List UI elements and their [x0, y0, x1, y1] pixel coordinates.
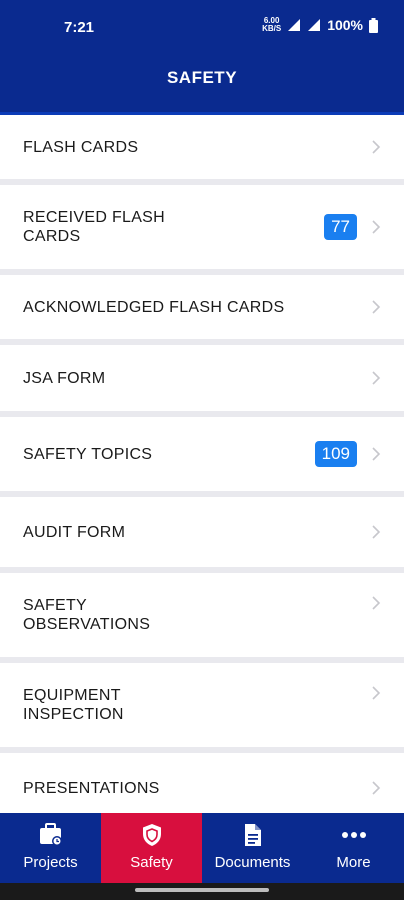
page-title: SAFETY — [166, 68, 238, 87]
menu-item-acknowledged-flash-cards[interactable]: ACKNOWLEDGED FLASH CARDS — [0, 275, 404, 339]
document-icon — [244, 824, 261, 846]
status-time: 7:21 — [64, 19, 95, 36]
home-gesture-handle[interactable] — [135, 888, 269, 892]
status-bar: 7:21 6.00 KB/S 100% — [0, 0, 404, 44]
menu-item-equipment-inspection[interactable]: EQUIPMENT INSPECTION — [0, 663, 404, 747]
briefcase-icon — [39, 823, 62, 846]
bottom-navigation: Projects Safety Documents More — [0, 813, 404, 883]
gesture-area — [0, 883, 404, 900]
chevron-right-icon — [372, 686, 381, 700]
battery-icon — [369, 17, 378, 33]
nav-more[interactable]: More — [303, 813, 404, 883]
menu-item-label: FLASH CARDS — [23, 138, 139, 156]
menu-item-label: JSA FORM — [23, 369, 106, 387]
menu-item-audit-form[interactable]: AUDIT FORM — [0, 497, 404, 567]
menu-item-flash-cards[interactable]: FLASH CARDS — [0, 115, 404, 179]
app-header: SAFETY — [0, 44, 404, 115]
more-dots-icon — [341, 832, 366, 838]
nav-label: Safety — [130, 854, 173, 871]
nav-documents[interactable]: Documents — [202, 813, 303, 883]
shield-icon — [142, 824, 161, 846]
menu-item-presentations[interactable]: PRESENTATIONS — [0, 753, 404, 813]
menu-item-label: RECEIVED FLASH CARDS — [23, 209, 166, 245]
menu-item-label: ACKNOWLEDGED FLASH CARDS — [23, 298, 285, 316]
count-badge: 109 — [314, 441, 357, 467]
chevron-right-icon — [372, 596, 381, 610]
wifi-signal-icon — [288, 19, 301, 31]
menu-item-safety-observations[interactable]: SAFETY OBSERVATIONS — [0, 573, 404, 657]
chevron-right-icon — [372, 447, 381, 461]
cell-signal-icon — [308, 19, 321, 31]
chevron-right-icon — [372, 371, 381, 385]
chevron-right-icon — [372, 300, 381, 314]
menu-item-label: AUDIT FORM — [23, 523, 126, 541]
nav-label: More — [336, 854, 371, 871]
menu-item-label: EQUIPMENT INSPECTION — [23, 687, 124, 723]
menu-item-label: PRESENTATIONS — [23, 779, 160, 797]
safety-menu-list: FLASH CARDS RECEIVED FLASH CARDS 77 ACKN… — [0, 115, 404, 813]
count-badge: 77 — [324, 214, 357, 240]
menu-item-received-flash-cards[interactable]: RECEIVED FLASH CARDS 77 — [0, 185, 404, 269]
status-indicators: 6.00 KB/S 100% — [262, 17, 378, 33]
menu-item-safety-topics[interactable]: SAFETY TOPICS 109 — [0, 417, 404, 491]
chevron-right-icon — [372, 140, 381, 154]
network-speed: 6.00 KB/S — [262, 16, 282, 33]
nav-label: Documents — [214, 854, 291, 871]
battery-percent: 100% — [327, 17, 363, 33]
chevron-right-icon — [372, 781, 381, 795]
nav-label: Projects — [23, 854, 78, 871]
chevron-right-icon — [372, 220, 381, 234]
menu-item-label: SAFETY OBSERVATIONS — [23, 597, 151, 633]
nav-safety[interactable]: Safety — [101, 813, 202, 883]
menu-item-label: SAFETY TOPICS — [23, 445, 153, 463]
menu-item-jsa-form[interactable]: JSA FORM — [0, 345, 404, 411]
chevron-right-icon — [372, 525, 381, 539]
nav-projects[interactable]: Projects — [0, 813, 101, 883]
